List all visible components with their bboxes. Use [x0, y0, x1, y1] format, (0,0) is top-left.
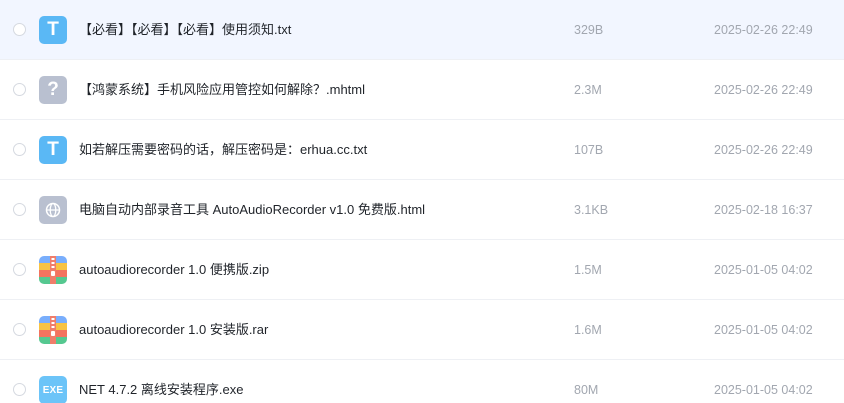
file-name[interactable]: 如若解压需要密码的话，解压密码是：erhua.cc.txt	[79, 120, 367, 180]
globe-icon	[45, 202, 61, 218]
file-size: 1.6M	[574, 323, 602, 337]
file-list: T 【必看】【必看】【必看】使用须知.txt 329B 2025-02-26 2…	[0, 0, 844, 403]
file-name[interactable]: 【鸿蒙系统】手机风险应用管控如何解除？.mhtml	[79, 60, 365, 120]
file-date: 2025-02-18 16:37	[714, 203, 813, 217]
file-name[interactable]: 【必看】【必看】【必看】使用须知.txt	[79, 0, 291, 60]
row-select-radio[interactable]	[13, 143, 26, 156]
file-row[interactable]: EXE NET 4.7.2 离线安装程序.exe 80M 2025-01-05 …	[0, 360, 844, 403]
file-date: 2025-01-05 04:02	[714, 323, 813, 337]
html-file-icon	[39, 196, 67, 224]
file-name[interactable]: autoaudiorecorder 1.0 安装版.rar	[79, 300, 268, 360]
file-name[interactable]: NET 4.7.2 离线安装程序.exe	[79, 360, 243, 403]
unknown-file-icon: ?	[39, 76, 67, 104]
zip-archive-icon	[39, 256, 67, 284]
row-select-radio[interactable]	[13, 203, 26, 216]
file-name[interactable]: 电脑自动内部录音工具 AutoAudioRecorder v1.0 免费版.ht…	[79, 180, 425, 240]
file-size: 2.3M	[574, 83, 602, 97]
file-date: 2025-02-26 22:49	[714, 143, 813, 157]
exe-file-icon: EXE	[39, 376, 67, 403]
file-row[interactable]: autoaudiorecorder 1.0 安装版.rar 1.6M 2025-…	[0, 300, 844, 360]
file-row[interactable]: T 如若解压需要密码的话，解压密码是：erhua.cc.txt 107B 202…	[0, 120, 844, 180]
txt-file-icon: T	[39, 136, 67, 164]
txt-file-icon: T	[39, 16, 67, 44]
row-select-radio[interactable]	[13, 263, 26, 276]
file-row[interactable]: T 【必看】【必看】【必看】使用须知.txt 329B 2025-02-26 2…	[0, 0, 844, 60]
file-name[interactable]: autoaudiorecorder 1.0 便携版.zip	[79, 240, 269, 300]
row-select-radio[interactable]	[13, 323, 26, 336]
file-date: 2025-02-26 22:49	[714, 83, 813, 97]
row-select-radio[interactable]	[13, 83, 26, 96]
file-size: 329B	[574, 23, 604, 37]
file-size: 3.1KB	[574, 203, 609, 217]
file-date: 2025-01-05 04:02	[714, 263, 813, 277]
file-row[interactable]: 电脑自动内部录音工具 AutoAudioRecorder v1.0 免费版.ht…	[0, 180, 844, 240]
rar-archive-icon	[39, 316, 67, 344]
file-size: 107B	[574, 143, 604, 157]
file-size: 80M	[574, 383, 599, 397]
file-row[interactable]: ? 【鸿蒙系统】手机风险应用管控如何解除？.mhtml 2.3M 2025-02…	[0, 60, 844, 120]
file-size: 1.5M	[574, 263, 602, 277]
file-row[interactable]: autoaudiorecorder 1.0 便携版.zip 1.5M 2025-…	[0, 240, 844, 300]
row-select-radio[interactable]	[13, 23, 26, 36]
file-date: 2025-01-05 04:02	[714, 383, 813, 397]
row-select-radio[interactable]	[13, 383, 26, 396]
file-date: 2025-02-26 22:49	[714, 23, 813, 37]
